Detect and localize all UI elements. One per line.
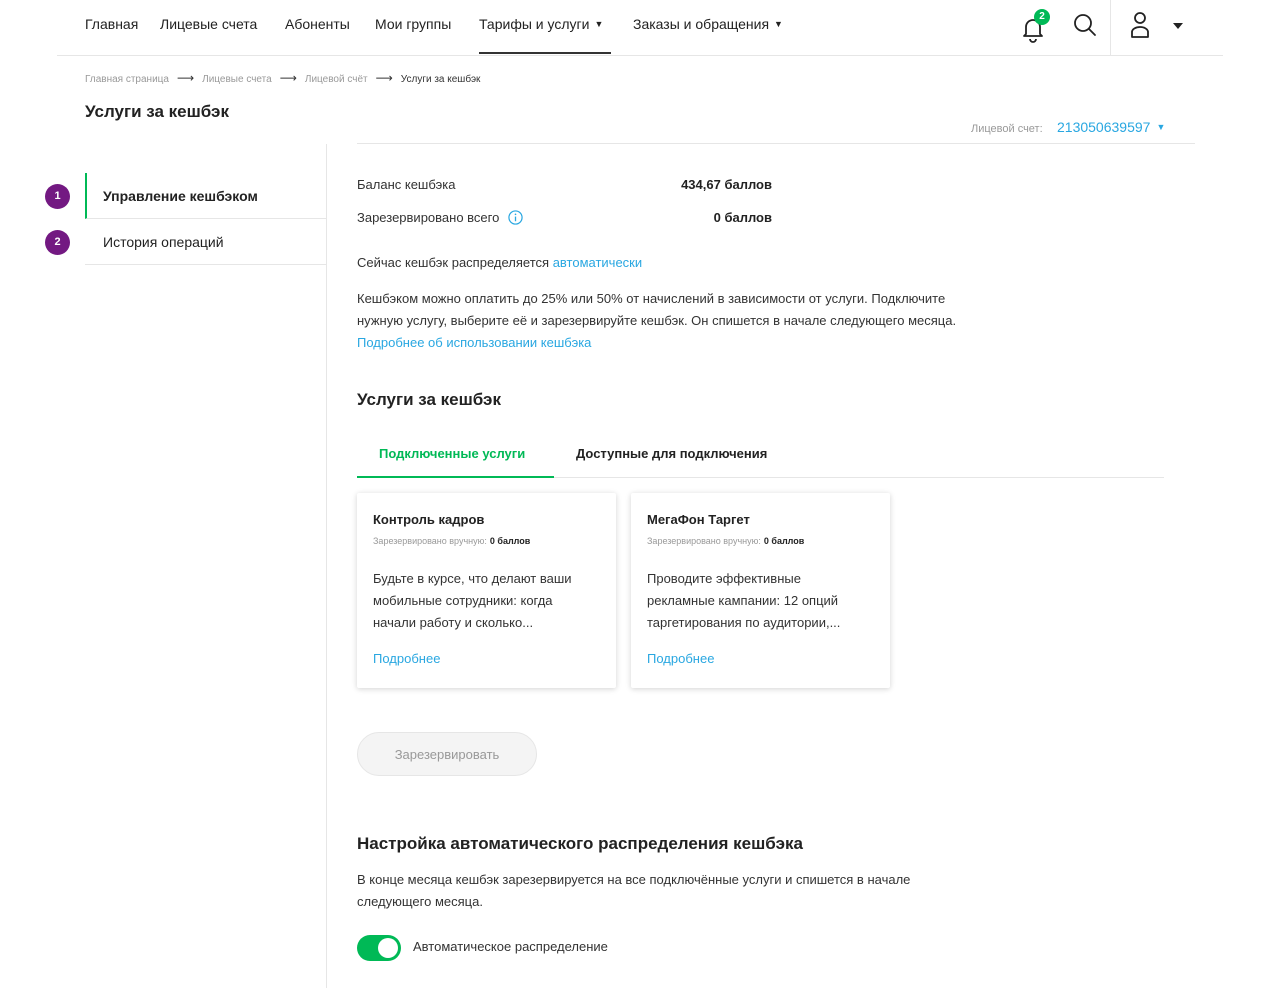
nav-item-home[interactable]: Главная — [85, 16, 138, 32]
user-icon — [1131, 12, 1149, 38]
service-card-reserved-label: Зарезервировано вручную: — [647, 536, 761, 546]
toggle-knob — [378, 938, 398, 958]
balance-label: Баланс кешбэка — [357, 177, 456, 192]
breadcrumb-accounts[interactable]: Лицевые счета — [202, 74, 272, 85]
sidebar-item-history[interactable]: История операций — [85, 219, 326, 265]
info-line-2: нужную услугу, выберите её и зарезервиру… — [357, 313, 957, 328]
service-card-desc-line: Будьте в курсе, что делают ваши — [373, 571, 572, 586]
nav-active-indicator — [479, 52, 611, 54]
service-card-reserved: Зарезервировано вручную: 0 баллов — [647, 536, 804, 546]
nav-item-orders-label: Заказы и обращения — [633, 16, 770, 32]
distribution-status: Сейчас кешбэк распределяется автоматичес… — [357, 252, 642, 274]
search-icon — [1074, 14, 1096, 36]
header-divider — [1110, 0, 1111, 55]
info-icon[interactable] — [508, 210, 524, 225]
tab-connected-services[interactable]: Подключенные услуги — [379, 446, 525, 461]
auto-description: В конце месяца кешбэк зарезервируется на… — [357, 869, 910, 913]
nav-item-accounts[interactable]: Лицевые счета — [160, 16, 257, 32]
service-card-reserved-value: 0 баллов — [763, 536, 805, 546]
arrow-right-icon: ⟶ — [279, 71, 297, 85]
service-card-desc-line: Проводите эффективные — [647, 571, 801, 586]
reserved-total-value: 0 баллов — [713, 210, 772, 225]
service-card-reserved: Зарезервировано вручную: 0 баллов — [373, 536, 530, 546]
service-card-description: Проводите эффективные рекламные кампании… — [647, 568, 879, 634]
tab-active-indicator — [357, 476, 554, 478]
services-section-title: Услуги за кешбэк — [357, 390, 501, 409]
divider — [357, 143, 1195, 144]
step-badge-2: 2 — [45, 230, 70, 255]
page-title: Услуги за кешбэк — [85, 102, 229, 121]
nav-item-my-groups[interactable]: Мои группы — [375, 16, 451, 32]
tab-available-services[interactable]: Доступные для подключения — [576, 446, 767, 461]
step-badge-1: 1 — [45, 184, 70, 209]
breadcrumb-account[interactable]: Лицевой счёт — [305, 74, 368, 85]
service-card-more-link[interactable]: Подробнее — [647, 651, 714, 666]
service-card-desc-line: начали работу и сколько... — [373, 615, 534, 630]
nav-item-tariffs[interactable]: Тарифы и услуги ▼ — [479, 16, 603, 32]
nav-item-tariffs-label: Тарифы и услуги — [479, 16, 590, 32]
caret-down-icon: ▼ — [594, 19, 604, 29]
notification-count-badge: 2 — [1034, 9, 1050, 25]
auto-distribution-label: Автоматическое распределение — [413, 939, 608, 954]
reserve-button[interactable]: Зарезервировать — [357, 732, 537, 776]
reserved-total-label: Зарезервировано всего — [357, 210, 500, 225]
header-divider-line — [57, 55, 1223, 56]
arrow-right-icon: ⟶ — [375, 71, 393, 85]
service-card-desc-line: таргетирования по аудитории,... — [647, 615, 841, 630]
top-navigation: Главная Лицевые счета Абоненты Мои групп… — [0, 0, 1280, 56]
service-card-desc-line: мобильные сотрудники: когда — [373, 593, 553, 608]
reserved-total-row: Зарезервировано всего — [357, 210, 524, 225]
breadcrumb: Главная страница ⟶ Лицевые счета ⟶ Лицевой с… — [85, 71, 480, 85]
service-card-description: Будьте в курсе, что делают ваши мобильны… — [373, 568, 605, 634]
search-button[interactable] — [1072, 12, 1098, 38]
caret-down-icon — [1173, 23, 1183, 29]
caret-down-icon: ▼ — [1156, 122, 1166, 132]
service-card-title: Контроль кадров — [373, 512, 485, 527]
service-card-reserved-value: 0 баллов — [489, 536, 531, 546]
balance-value: 434,67 баллов — [681, 177, 772, 192]
info-line-1: Кешбэком можно оплатить до 25% или 50% о… — [357, 291, 946, 306]
nav-item-orders[interactable]: Заказы и обращения ▼ — [633, 16, 783, 32]
account-number: 213050639597 — [1057, 119, 1151, 135]
arrow-right-icon: ⟶ — [176, 71, 195, 85]
caret-down-icon: ▼ — [774, 19, 783, 29]
notifications-button[interactable]: 2 — [1020, 9, 1050, 43]
breadcrumb-current: Услуги за кешбэк — [400, 74, 481, 85]
service-card-desc-line: рекламные кампании: 12 опций — [647, 593, 839, 608]
auto-section-title: Настройка автоматического распределения … — [357, 834, 803, 853]
sidebar-divider — [326, 144, 327, 988]
auto-desc-line-1: В конце месяца кешбэк зарезервируется на… — [357, 872, 911, 887]
auto-desc-line-2: следующего месяца. — [357, 894, 483, 909]
cashback-more-link[interactable]: Подробнее об использовании кешбэка — [357, 332, 956, 354]
service-card-more-link[interactable]: Подробнее — [373, 651, 440, 666]
account-selector[interactable]: 213050639597 ▼ — [1057, 119, 1165, 135]
cashback-info: Кешбэком можно оплатить до 25% или 50% о… — [357, 288, 956, 354]
account-label: Лицевой счет: — [971, 123, 1043, 135]
service-card-reserved-label: Зарезервировано вручную: — [373, 536, 487, 546]
breadcrumb-home[interactable]: Главная страница — [85, 74, 169, 85]
nav-item-subscribers[interactable]: Абоненты — [285, 16, 350, 32]
sidebar-item-cashback-management[interactable]: Управление кешбэком — [85, 173, 326, 219]
auto-distribution-toggle[interactable] — [357, 935, 401, 961]
user-menu-button[interactable] — [1128, 10, 1184, 40]
distribution-prefix: Сейчас кешбэк распределяется — [357, 255, 550, 270]
service-card[interactable]: МегаФон Таргет Зарезервировано вручную: 0… — [631, 493, 890, 688]
service-card[interactable]: Контроль кадров Зарезервировано вручную:… — [357, 493, 616, 688]
service-card-title: МегаФон Таргет — [647, 512, 750, 527]
distribution-mode-link[interactable]: автоматически — [553, 255, 642, 270]
